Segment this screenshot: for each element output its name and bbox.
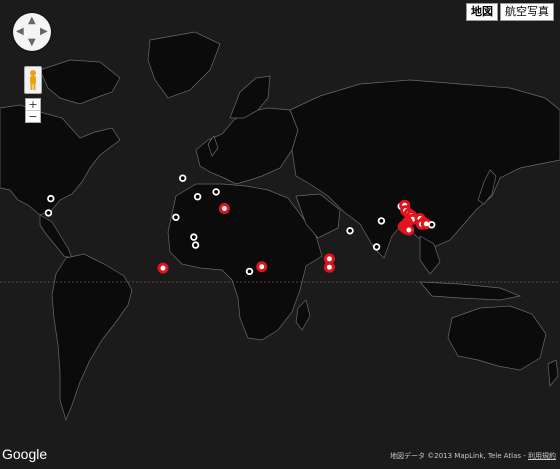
map-marker-white[interactable] — [191, 241, 200, 249]
pan-left-icon[interactable]: ◀ — [16, 27, 24, 37]
map-marker-red[interactable] — [157, 262, 169, 274]
google-logo[interactable]: Google — [2, 446, 47, 462]
zoom-in-button[interactable]: + — [26, 99, 40, 110]
map-marker-white[interactable] — [172, 213, 180, 221]
attribution: 地図データ ©2013 MapLink, Tele Atlas - 利用規約 — [390, 451, 556, 461]
map-marker-red[interactable] — [256, 261, 268, 273]
map-marker-white[interactable] — [212, 188, 220, 196]
map-marker-white[interactable] — [47, 194, 55, 203]
zoom-control: + − — [25, 98, 41, 123]
pan-down-icon[interactable]: ▼ — [28, 38, 36, 48]
pan-up-icon[interactable]: ▲ — [28, 16, 36, 26]
map-type-control: 地図 航空写真 — [466, 3, 554, 21]
attribution-text: 地図データ ©2013 MapLink, Tele Atlas - — [390, 452, 526, 460]
map-marker-white[interactable] — [377, 217, 386, 225]
pan-right-icon[interactable]: ▶ — [40, 27, 48, 37]
zoom-out-button[interactable]: − — [26, 110, 40, 122]
map-canvas[interactable] — [0, 0, 560, 465]
map-marker-white[interactable] — [245, 267, 254, 276]
pan-control[interactable]: ▲ ▼ ◀ ▶ — [13, 13, 51, 51]
map-marker-white[interactable] — [193, 192, 202, 201]
map-marker-white[interactable] — [178, 174, 187, 182]
map-marker-white[interactable] — [428, 221, 436, 229]
map-marker-white[interactable] — [190, 233, 198, 241]
terms-link[interactable]: 利用規約 — [528, 452, 556, 460]
map-marker-white[interactable] — [372, 243, 381, 251]
map-marker-red[interactable] — [323, 253, 335, 265]
map-marker-white[interactable] — [44, 209, 53, 217]
map-marker-white[interactable] — [346, 227, 354, 235]
map-type-satellite-button[interactable]: 航空写真 — [500, 3, 554, 21]
pegman-icon[interactable] — [24, 66, 42, 94]
map-marker-red[interactable] — [218, 203, 230, 214]
map-marker-red[interactable] — [403, 224, 415, 236]
map-marker-red[interactable] — [323, 261, 335, 273]
map-type-map-button[interactable]: 地図 — [466, 3, 498, 21]
world-map[interactable] — [0, 0, 560, 465]
